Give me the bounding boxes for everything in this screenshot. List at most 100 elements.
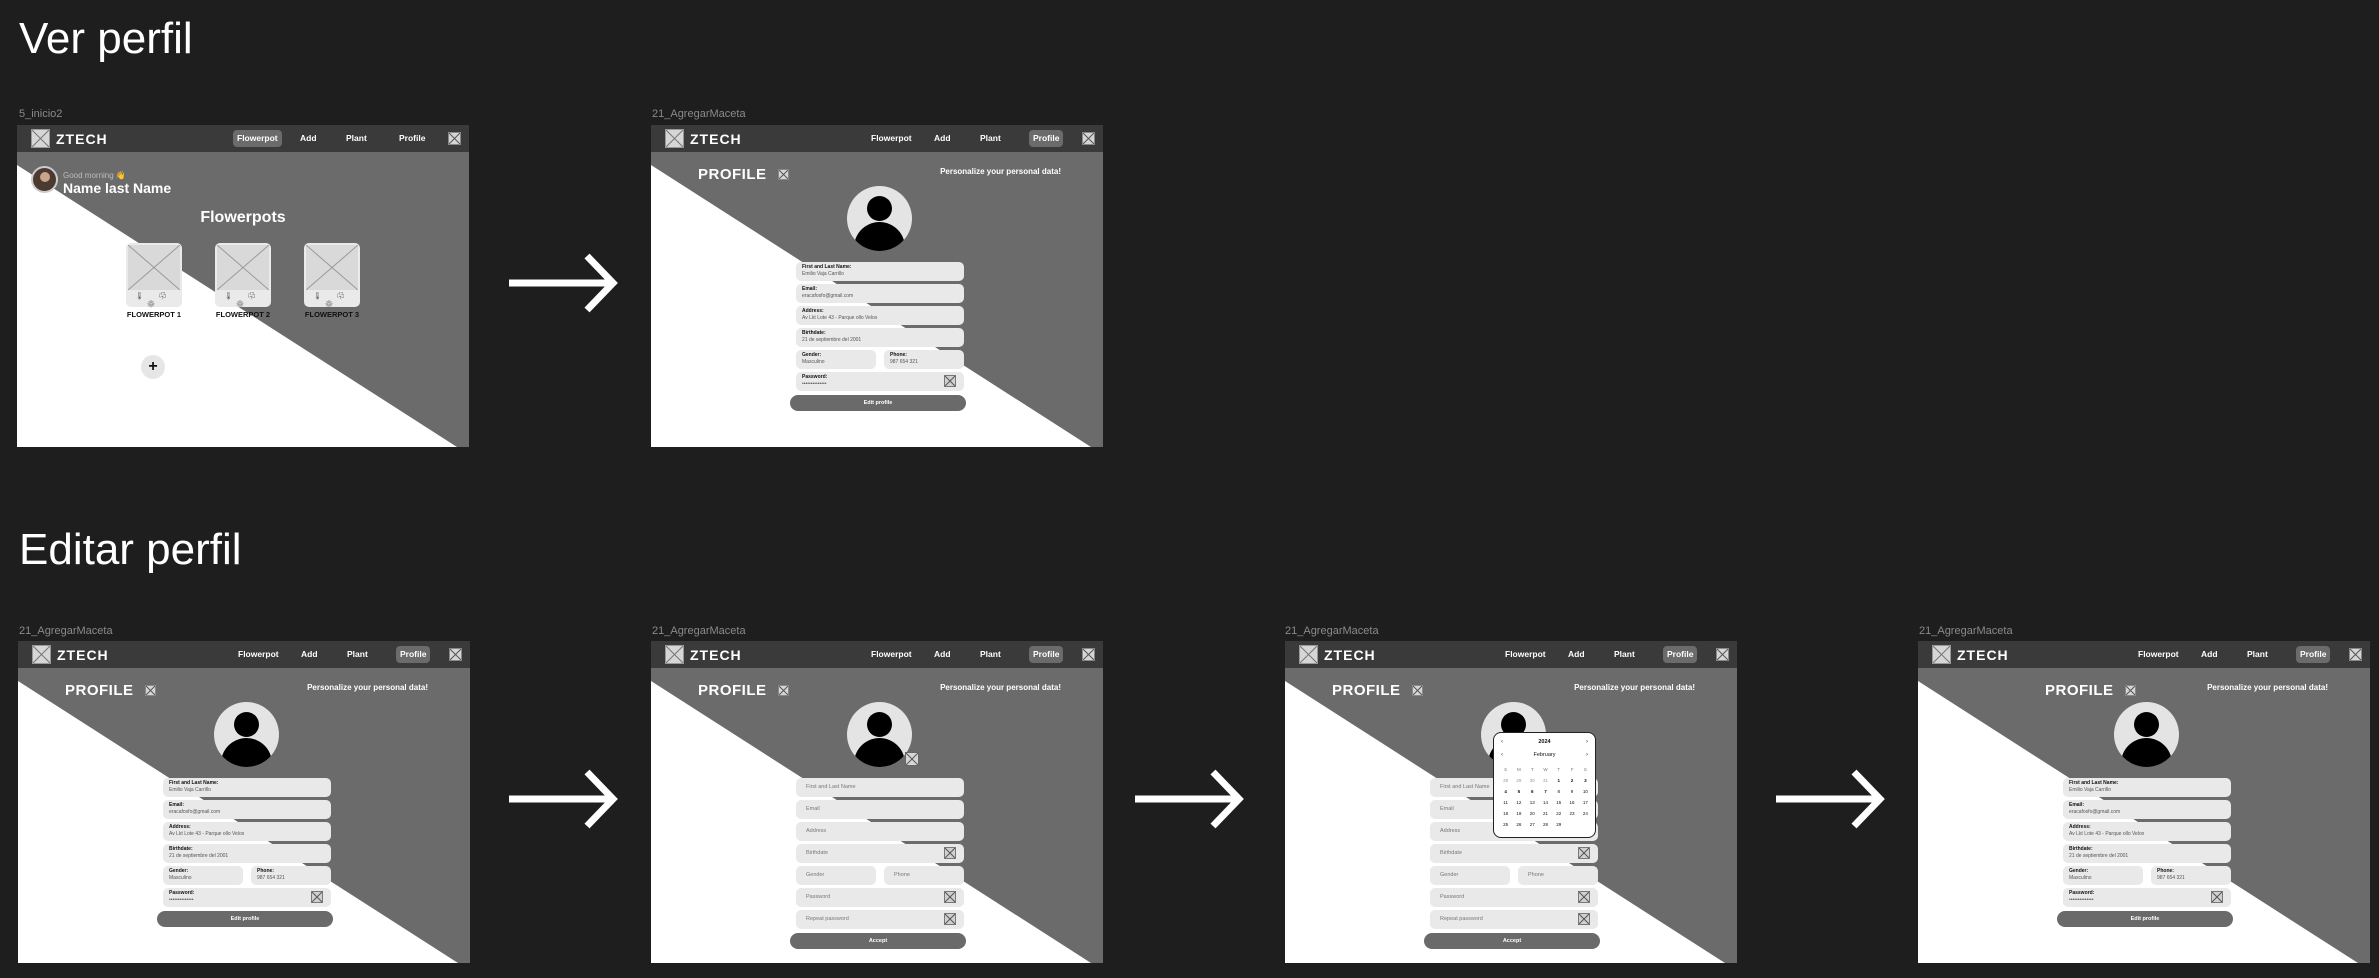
accept-button[interactable]: Accept: [790, 933, 966, 949]
toggle-visibility-icon[interactable]: [944, 375, 956, 387]
nav-item-profile[interactable]: Profile: [396, 646, 431, 663]
calendar-day[interactable]: 13: [1526, 799, 1539, 806]
gender-field[interactable]: Gender: Masculino: [2063, 866, 2143, 885]
nav-item-add[interactable]: Add: [2197, 646, 2222, 663]
nav-item-flowerpot[interactable]: Flowerpot: [233, 130, 282, 147]
close-icon[interactable]: [448, 132, 461, 145]
gender-field[interactable]: Gender: Masculino: [796, 350, 876, 369]
nav-item-flowerpot[interactable]: Flowerpot: [234, 646, 283, 663]
nav-item-plant[interactable]: Plant: [1610, 646, 1639, 663]
password-input[interactable]: Password: [1430, 888, 1598, 907]
name-input[interactable]: First and Last Name: [796, 778, 964, 797]
toggle-visibility-icon[interactable]: [944, 913, 956, 925]
toggle-visibility-icon[interactable]: [2211, 891, 2223, 903]
email-field[interactable]: Email: eracafosfo@gmail.com: [163, 800, 331, 819]
profile-close-icon[interactable]: [778, 169, 789, 180]
nav-item-add[interactable]: Add: [296, 130, 321, 147]
calendar-day[interactable]: 14: [1539, 799, 1552, 806]
nav-item-profile[interactable]: Profile: [1029, 130, 1064, 147]
repeat-password-input[interactable]: Repeat password: [1430, 910, 1598, 929]
toggle-visibility-icon[interactable]: [311, 891, 323, 903]
calendar-day[interactable]: 24: [1579, 810, 1592, 817]
calendar-icon[interactable]: [1578, 847, 1590, 859]
calendar-day[interactable]: 10: [1579, 788, 1592, 795]
calendar-day[interactable]: 21: [1539, 810, 1552, 817]
change-photo-icon[interactable]: [905, 752, 919, 766]
name-field[interactable]: First and Last Name: Emilio Vaja Carrillo: [2063, 778, 2231, 797]
profile-close-icon[interactable]: [145, 685, 156, 696]
address-field[interactable]: Address: Av Lkt Lote 43 - Parque ollo Vel…: [796, 306, 964, 325]
calendar-day[interactable]: 25: [1499, 821, 1512, 828]
next-month-icon[interactable]: ›: [1586, 752, 1588, 758]
nav-item-flowerpot[interactable]: Flowerpot: [1501, 646, 1550, 663]
calendar-day[interactable]: 4: [1499, 788, 1512, 795]
phone-input[interactable]: Phone: [884, 866, 964, 885]
calendar-day[interactable]: 29: [1512, 777, 1525, 784]
toggle-visibility-icon[interactable]: [1578, 891, 1590, 903]
profile-close-icon[interactable]: [778, 685, 789, 696]
nav-item-flowerpot[interactable]: Flowerpot: [867, 646, 916, 663]
next-year-icon[interactable]: ›: [1586, 739, 1588, 745]
calendar-day[interactable]: 5: [1512, 788, 1525, 795]
address-field[interactable]: Address: Av Lkt Lote 43 - Parque ollo Vel…: [163, 822, 331, 841]
calendar-day[interactable]: 19: [1512, 810, 1525, 817]
address-input[interactable]: Address: [796, 822, 964, 841]
calendar-day[interactable]: 28: [1499, 777, 1512, 784]
calendar-day[interactable]: 3: [1579, 777, 1592, 784]
birthdate-field[interactable]: Birthdate: 21 de septiembre del 2001: [163, 844, 331, 863]
nav-item-flowerpot[interactable]: Flowerpot: [2134, 646, 2183, 663]
avatar[interactable]: [2114, 702, 2179, 767]
calendar-day[interactable]: 12: [1512, 799, 1525, 806]
gender-input[interactable]: Gender: [1430, 866, 1510, 885]
calendar-day[interactable]: 6: [1526, 788, 1539, 795]
phone-field[interactable]: Phone: 987 654 321: [251, 866, 331, 885]
calendar-day[interactable]: 29: [1552, 821, 1565, 828]
calendar-day[interactable]: 17: [1579, 799, 1592, 806]
birthdate-input[interactable]: Birthdate: [796, 844, 964, 863]
gender-field[interactable]: Gender: Masculino: [163, 866, 243, 885]
calendar-day[interactable]: 7: [1539, 788, 1552, 795]
toggle-visibility-icon[interactable]: [944, 891, 956, 903]
email-input[interactable]: Email: [796, 800, 964, 819]
gender-input[interactable]: Gender: [796, 866, 876, 885]
name-field[interactable]: First and Last Name: Emilio Vaja Carrillo: [163, 778, 331, 797]
profile-close-icon[interactable]: [2125, 685, 2136, 696]
calendar-day[interactable]: 31: [1539, 777, 1552, 784]
toggle-visibility-icon[interactable]: [1578, 913, 1590, 925]
calendar-day[interactable]: 27: [1526, 821, 1539, 828]
calendar-day[interactable]: 22: [1552, 810, 1565, 817]
flowerpot-card[interactable]: 🌡 ☘ ✳: [126, 243, 182, 308]
nav-item-plant[interactable]: Plant: [976, 130, 1005, 147]
close-icon[interactable]: [1082, 648, 1095, 661]
calendar-day[interactable]: 9: [1565, 788, 1578, 795]
avatar[interactable]: [214, 702, 279, 767]
repeat-password-input[interactable]: Repeat password: [796, 910, 964, 929]
nav-item-add[interactable]: Add: [930, 646, 955, 663]
email-field[interactable]: Email: eracafosfo@gmail.com: [796, 284, 964, 303]
close-icon[interactable]: [1082, 132, 1095, 145]
nav-item-profile[interactable]: Profile: [1663, 646, 1698, 663]
calendar-day[interactable]: 8: [1552, 788, 1565, 795]
nav-item-plant[interactable]: Plant: [2243, 646, 2272, 663]
calendar-day[interactable]: 20: [1526, 810, 1539, 817]
password-input[interactable]: Password: [796, 888, 964, 907]
flowerpot-card[interactable]: 🌡 ☘ ✳: [304, 243, 360, 308]
calendar-day[interactable]: 26: [1512, 821, 1525, 828]
close-icon[interactable]: [2349, 648, 2362, 661]
calendar-day[interactable]: 2: [1565, 777, 1578, 784]
nav-item-profile[interactable]: Profile: [1029, 646, 1064, 663]
nav-item-plant[interactable]: Plant: [343, 646, 372, 663]
edit-profile-button[interactable]: Edit profile: [157, 911, 333, 927]
calendar-icon[interactable]: [944, 847, 956, 859]
nav-item-profile[interactable]: Profile: [2296, 646, 2331, 663]
nav-item-profile[interactable]: Profile: [395, 130, 429, 147]
phone-field[interactable]: Phone: 987 654 321: [2151, 866, 2231, 885]
nav-item-add[interactable]: Add: [930, 130, 955, 147]
avatar[interactable]: [847, 186, 912, 251]
flowerpot-card[interactable]: 🌡 ☘ ✳: [215, 243, 271, 308]
nav-item-plant[interactable]: Plant: [342, 130, 371, 147]
address-field[interactable]: Address: Av Lkt Lote 43 - Parque ollo Vel…: [2063, 822, 2231, 841]
nav-item-plant[interactable]: Plant: [976, 646, 1005, 663]
close-icon[interactable]: [1716, 648, 1729, 661]
edit-profile-button[interactable]: Edit profile: [2057, 911, 2233, 927]
